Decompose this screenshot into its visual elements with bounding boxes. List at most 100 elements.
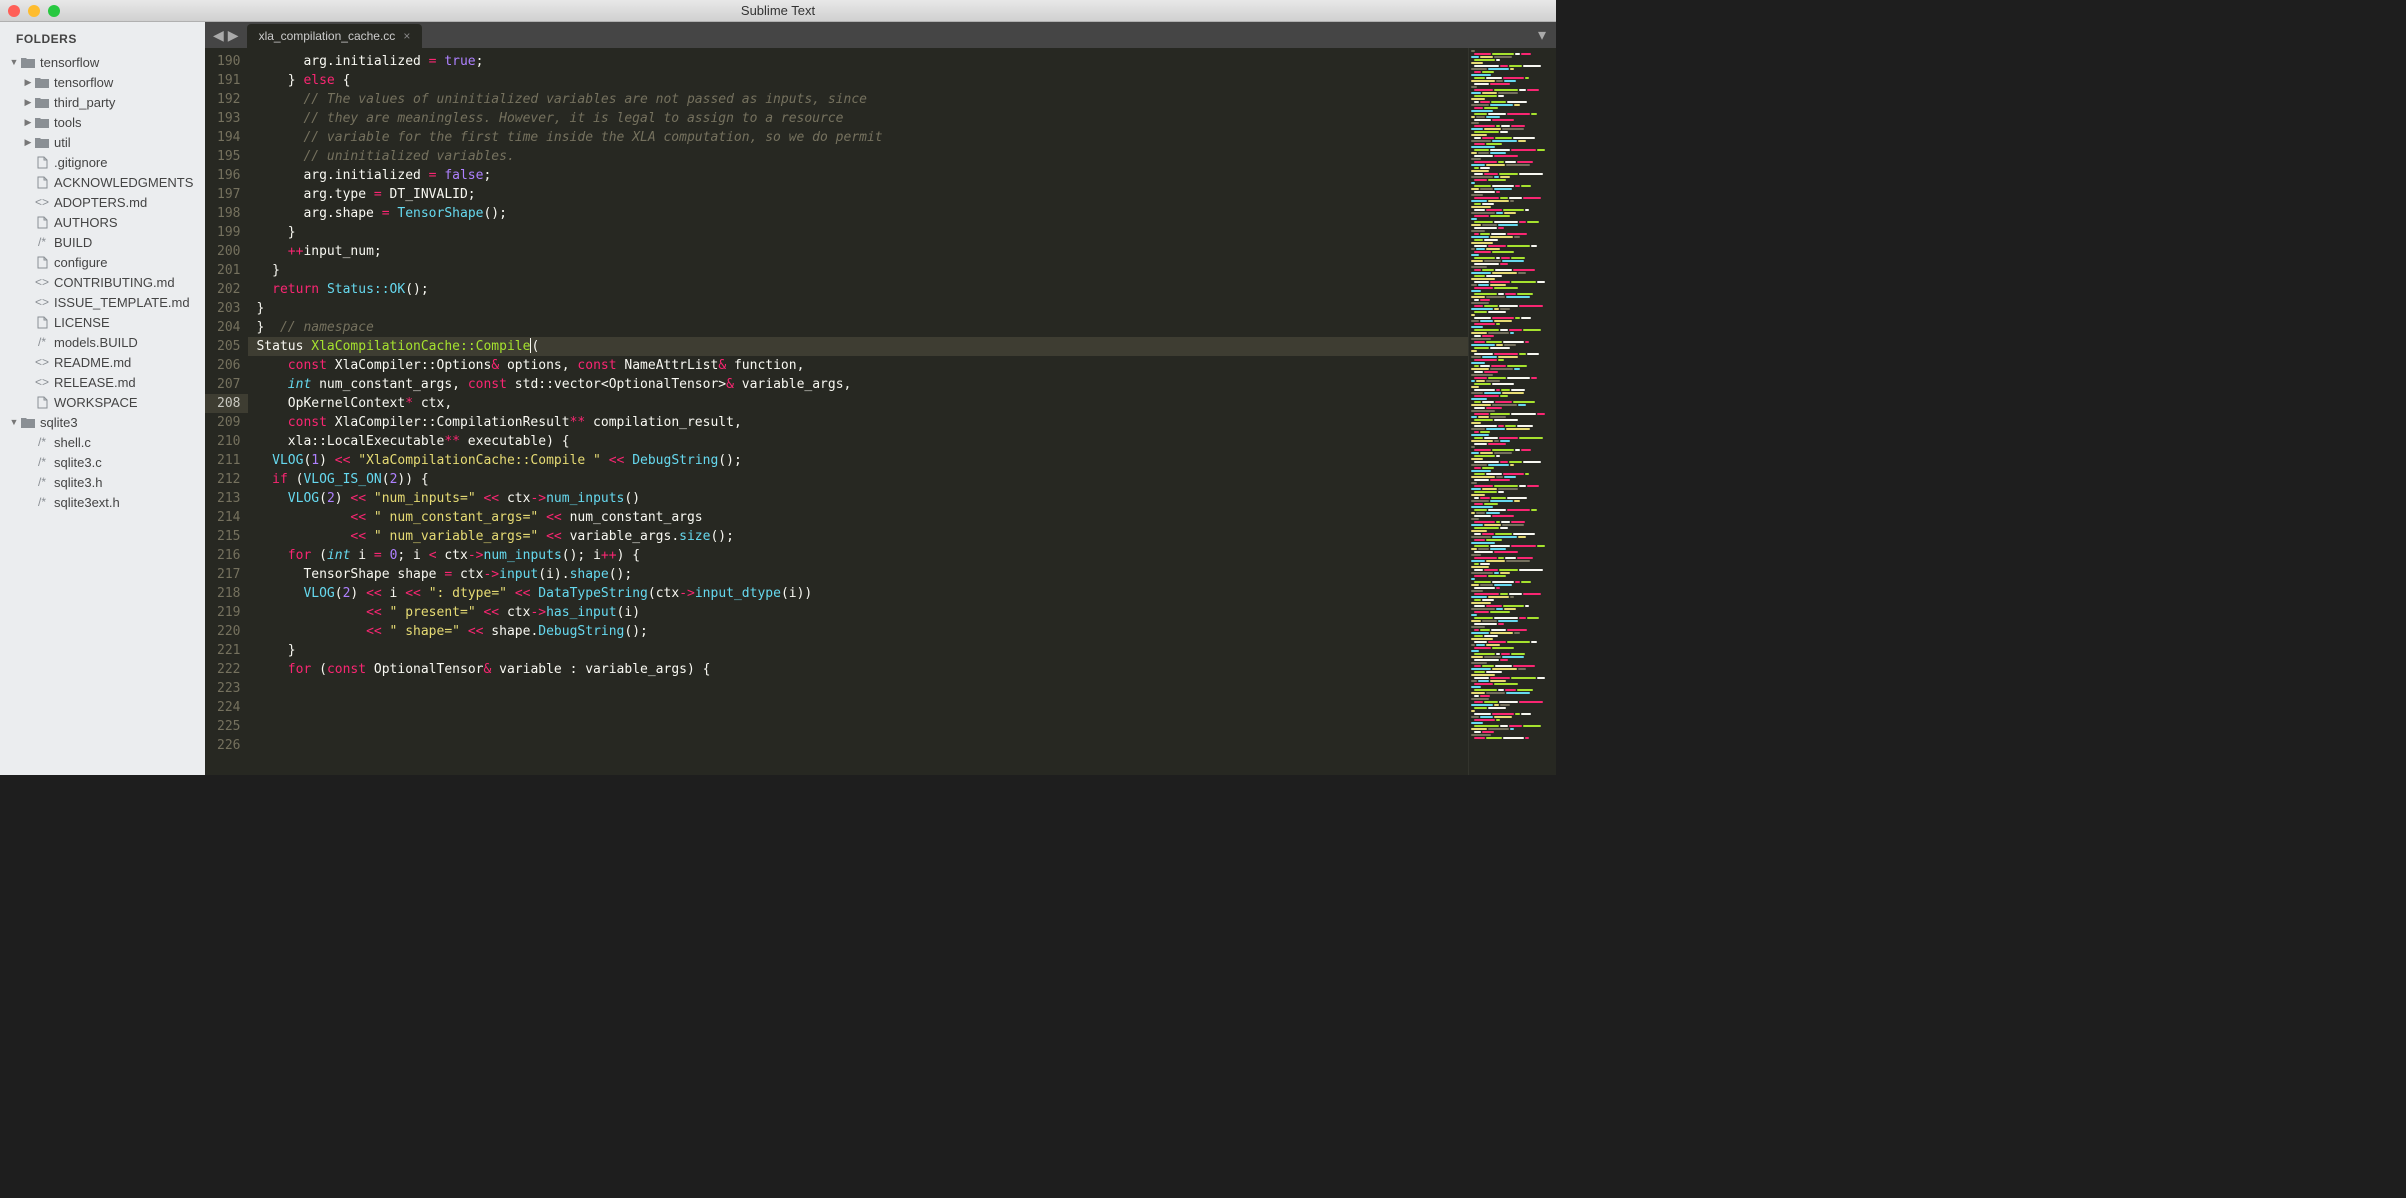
disclosure-icon[interactable]: ▼ (8, 57, 20, 67)
line-number[interactable]: 200 (217, 242, 240, 261)
close-icon[interactable]: × (403, 29, 410, 43)
line-number[interactable]: 209 (217, 413, 240, 432)
line-number[interactable]: 197 (217, 185, 240, 204)
sidebar-item-file[interactable]: <>ADOPTERS.md (0, 192, 205, 212)
sidebar-item-file[interactable]: <>RELEASE.md (0, 372, 205, 392)
line-number[interactable]: 218 (217, 584, 240, 603)
code-line[interactable]: int num_constant_args, const std::vector… (256, 375, 1468, 394)
line-number[interactable]: 225 (217, 717, 240, 736)
code-line[interactable]: return Status::OK(); (256, 280, 1468, 299)
code-line[interactable]: arg.initialized = true; (256, 52, 1468, 71)
code-line[interactable]: const XlaCompiler::CompilationResult** c… (256, 413, 1468, 432)
line-number[interactable]: 190 (217, 52, 240, 71)
code-line[interactable]: << " present=" << ctx->has_input(i) (256, 603, 1468, 622)
code-line[interactable]: TensorShape shape = ctx->input(i).shape(… (256, 565, 1468, 584)
line-number[interactable]: 193 (217, 109, 240, 128)
code-line[interactable]: xla::LocalExecutable** executable) { (256, 432, 1468, 451)
line-number[interactable]: 199 (217, 223, 240, 242)
tab-active[interactable]: xla_compilation_cache.cc × (247, 24, 423, 48)
sidebar-item-file[interactable]: <>README.md (0, 352, 205, 372)
maximize-window-button[interactable] (48, 5, 60, 17)
line-number[interactable]: 208 (205, 394, 248, 413)
nav-forward-icon[interactable]: ▶ (228, 27, 239, 44)
sidebar-item-file[interactable]: <>CONTRIBUTING.md (0, 272, 205, 292)
code-line[interactable]: arg.type = DT_INVALID; (256, 185, 1468, 204)
sidebar-item-file[interactable]: LICENSE (0, 312, 205, 332)
sidebar-item-folder[interactable]: ▼sqlite3 (0, 412, 205, 432)
line-number[interactable]: 198 (217, 204, 240, 223)
line-number[interactable]: 196 (217, 166, 240, 185)
line-number[interactable]: 216 (217, 546, 240, 565)
line-number[interactable]: 195 (217, 147, 240, 166)
sidebar-item-folder[interactable]: ▶tensorflow (0, 72, 205, 92)
line-number[interactable]: 217 (217, 565, 240, 584)
code-line[interactable]: arg.initialized = false; (256, 166, 1468, 185)
code-line[interactable]: Status XlaCompilationCache::Compile( (248, 337, 1468, 356)
code-line[interactable]: arg.shape = TensorShape(); (256, 204, 1468, 223)
code-line[interactable]: OpKernelContext* ctx, (256, 394, 1468, 413)
line-number[interactable]: 206 (217, 356, 240, 375)
code-line[interactable]: << " num_constant_args=" << num_constant… (256, 508, 1468, 527)
nav-back-icon[interactable]: ◀ (213, 27, 224, 44)
line-number[interactable]: 212 (217, 470, 240, 489)
code-area[interactable]: arg.initialized = true; } else { // The … (248, 48, 1468, 775)
line-number[interactable]: 202 (217, 280, 240, 299)
line-number[interactable]: 220 (217, 622, 240, 641)
sidebar-item-file[interactable]: <>ISSUE_TEMPLATE.md (0, 292, 205, 312)
code-line[interactable]: for (const OptionalTensor& variable : va… (256, 660, 1468, 679)
code-line[interactable]: ++input_num; (256, 242, 1468, 261)
line-number[interactable]: 222 (217, 660, 240, 679)
line-number[interactable]: 211 (217, 451, 240, 470)
tab-overflow-icon[interactable]: ▾ (1528, 22, 1556, 48)
line-number[interactable]: 224 (217, 698, 240, 717)
code-line[interactable]: // uninitialized variables. (256, 147, 1468, 166)
line-number[interactable]: 201 (217, 261, 240, 280)
code-line[interactable]: } // namespace (256, 318, 1468, 337)
sidebar-item-file[interactable]: AUTHORS (0, 212, 205, 232)
line-number[interactable]: 204 (217, 318, 240, 337)
code-line[interactable]: // The values of uninitialized variables… (256, 90, 1468, 109)
code-line[interactable]: } (256, 641, 1468, 660)
sidebar-item-file[interactable]: /*sqlite3.h (0, 472, 205, 492)
sidebar-item-file[interactable]: WORKSPACE (0, 392, 205, 412)
sidebar-item-folder[interactable]: ▼tensorflow (0, 52, 205, 72)
line-number[interactable]: 226 (217, 736, 240, 755)
sidebar-item-file[interactable]: /*sqlite3ext.h (0, 492, 205, 512)
code-line[interactable]: const XlaCompiler::Options& options, con… (256, 356, 1468, 375)
disclosure-icon[interactable]: ▼ (8, 417, 20, 427)
code-line[interactable]: VLOG(2) << i << ": dtype=" << DataTypeSt… (256, 584, 1468, 603)
line-number[interactable]: 207 (217, 375, 240, 394)
line-number[interactable]: 210 (217, 432, 240, 451)
code-line[interactable]: VLOG(2) << "num_inputs=" << ctx->num_inp… (256, 489, 1468, 508)
sidebar-item-folder[interactable]: ▶util (0, 132, 205, 152)
code-line[interactable]: if (VLOG_IS_ON(2)) { (256, 470, 1468, 489)
editor[interactable]: 1901911921931941951961971981992002012022… (205, 48, 1556, 775)
code-line[interactable]: << " shape=" << shape.DebugString(); (256, 622, 1468, 641)
line-number[interactable]: 213 (217, 489, 240, 508)
code-line[interactable]: // they are meaningless. However, it is … (256, 109, 1468, 128)
line-number[interactable]: 219 (217, 603, 240, 622)
minimize-window-button[interactable] (28, 5, 40, 17)
sidebar[interactable]: FOLDERS ▼tensorflow▶tensorflow▶third_par… (0, 22, 205, 775)
code-line[interactable]: } else { (256, 71, 1468, 90)
sidebar-item-file[interactable]: /*shell.c (0, 432, 205, 452)
sidebar-item-file[interactable]: ACKNOWLEDGMENTS (0, 172, 205, 192)
code-line[interactable]: // variable for the first time inside th… (256, 128, 1468, 147)
sidebar-item-folder[interactable]: ▶third_party (0, 92, 205, 112)
sidebar-item-folder[interactable]: ▶tools (0, 112, 205, 132)
disclosure-icon[interactable]: ▶ (22, 117, 34, 128)
code-line[interactable]: for (int i = 0; i < ctx->num_inputs(); i… (256, 546, 1468, 565)
code-line[interactable]: } (256, 223, 1468, 242)
line-number[interactable]: 214 (217, 508, 240, 527)
sidebar-item-file[interactable]: configure (0, 252, 205, 272)
line-number[interactable]: 221 (217, 641, 240, 660)
code-line[interactable]: VLOG(1) << "XlaCompilationCache::Compile… (256, 451, 1468, 470)
line-number[interactable]: 223 (217, 679, 240, 698)
disclosure-icon[interactable]: ▶ (22, 97, 34, 108)
line-number[interactable]: 203 (217, 299, 240, 318)
sidebar-item-file[interactable]: /*sqlite3.c (0, 452, 205, 472)
code-line[interactable]: } (256, 299, 1468, 318)
sidebar-item-file[interactable]: /*models.BUILD (0, 332, 205, 352)
sidebar-item-file[interactable]: .gitignore (0, 152, 205, 172)
line-number[interactable]: 205 (217, 337, 240, 356)
